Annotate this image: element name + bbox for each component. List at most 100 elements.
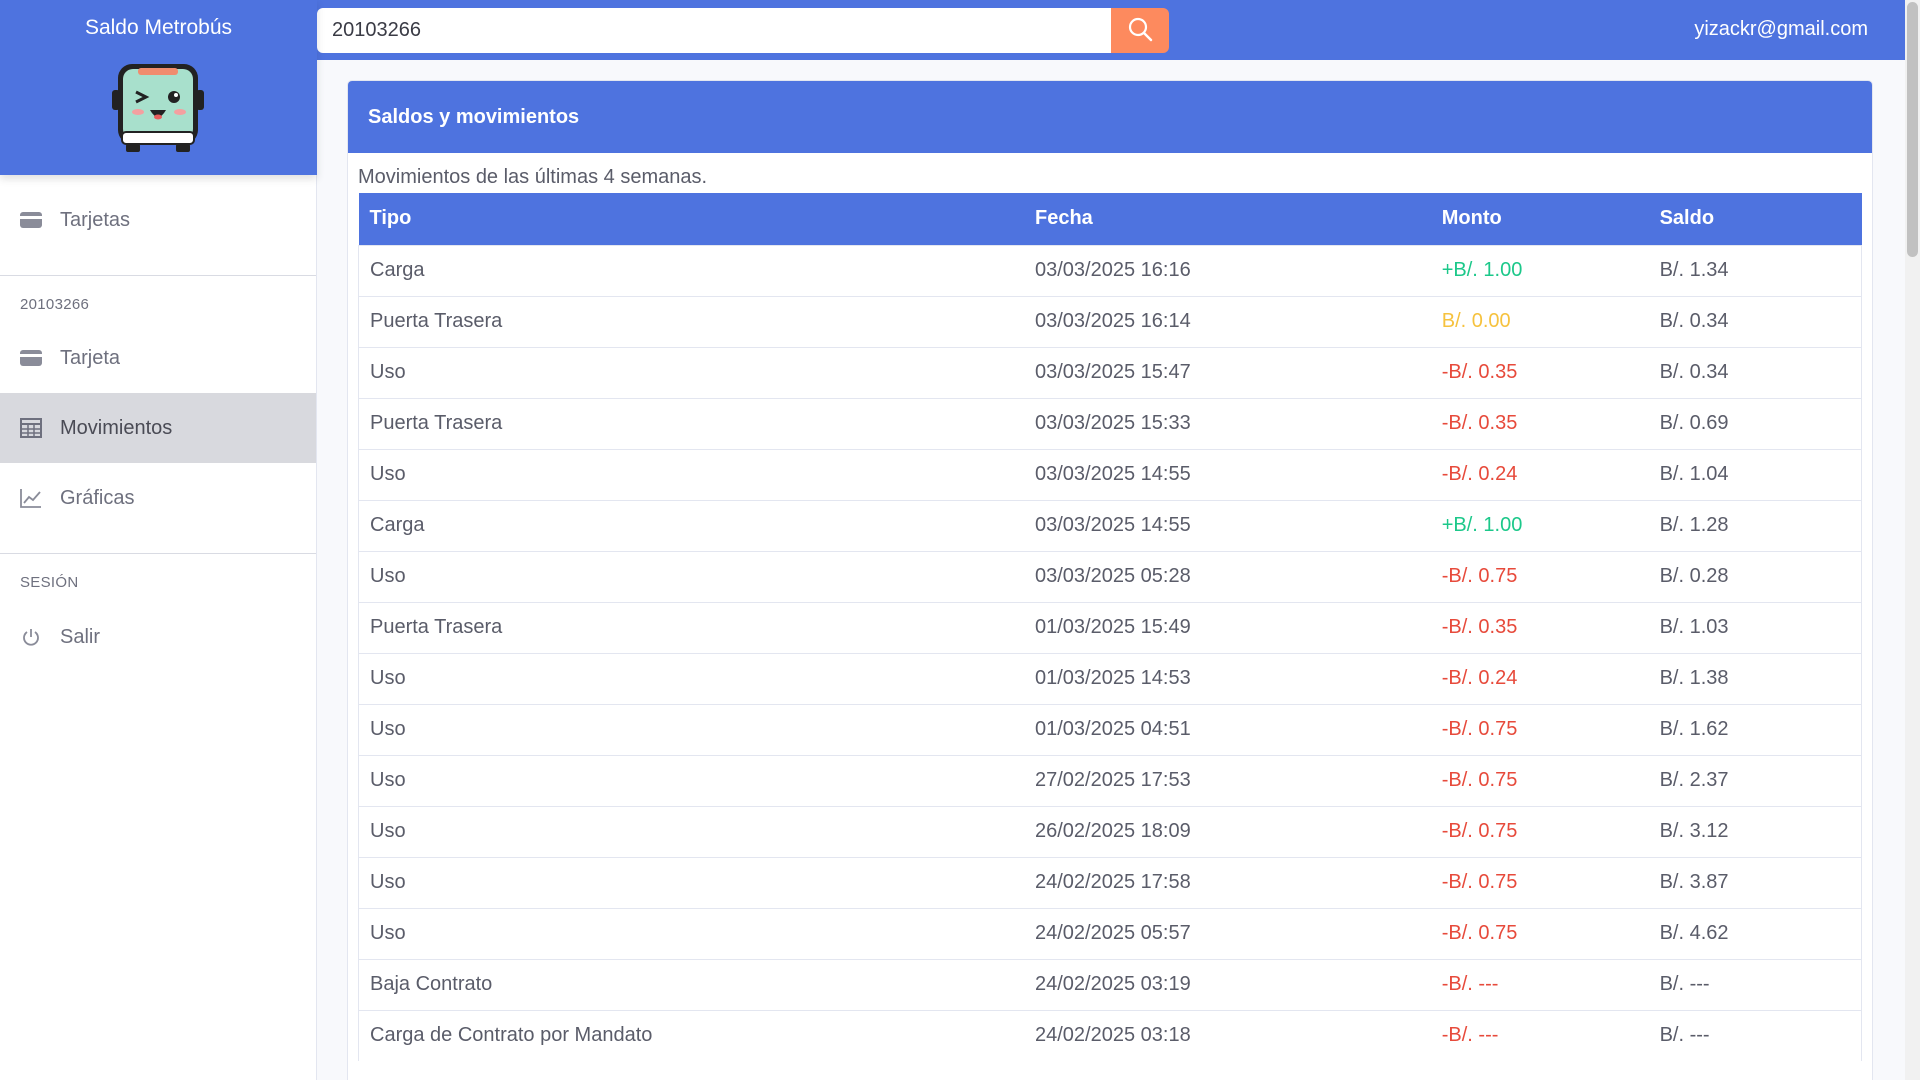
sidebar-item-label: Movimientos xyxy=(60,416,173,439)
cell-saldo: B/. 0.34 xyxy=(1648,346,1862,398)
sidebar: Tarjetas 20103266 Tarjeta Movimientos Gr… xyxy=(0,175,317,1080)
table-row: Uso 24/02/2025 05:57 -B/. 0.75 B/. 4.62 xyxy=(358,907,1862,959)
table-row: Carga 03/03/2025 16:16 +B/. 1.00 B/. 1.34 xyxy=(358,244,1862,296)
brand[interactable]: Saldo Metrobús xyxy=(0,0,317,175)
cell-monto: -B/. 0.75 xyxy=(1430,805,1649,857)
cell-fecha: 01/03/2025 15:49 xyxy=(1024,601,1431,653)
cell-monto: -B/. 0.75 xyxy=(1430,856,1649,908)
sidebar-item-salir[interactable]: Salir xyxy=(0,602,316,672)
movements-table: Tipo Fecha Monto Saldo Carga 03/03/2025 1… xyxy=(358,193,1862,1061)
sidebar-divider xyxy=(0,275,316,276)
cell-tipo: Puerta Trasera xyxy=(358,397,1024,449)
cell-saldo: B/. 1.62 xyxy=(1648,703,1862,755)
table-row: Carga 03/03/2025 14:55 +B/. 1.00 B/. 1.28 xyxy=(358,499,1862,551)
table-row: Baja Contrato 24/02/2025 03:19 -B/. --- B/.… xyxy=(358,958,1862,1010)
table-row: Puerta Trasera 03/03/2025 15:33 -B/. 0.35 B… xyxy=(358,397,1862,449)
cell-monto: -B/. --- xyxy=(1430,958,1649,1010)
search-input[interactable] xyxy=(317,8,1111,53)
table-header-row: Tipo Fecha Monto Saldo xyxy=(358,193,1862,245)
cell-tipo: Uso xyxy=(358,805,1024,857)
cell-saldo: B/. 1.38 xyxy=(1648,652,1862,704)
cell-fecha: 24/02/2025 17:58 xyxy=(1024,856,1431,908)
sidebar-item-label: Gráficas xyxy=(60,486,135,509)
cell-saldo: B/. --- xyxy=(1648,958,1862,1010)
cell-fecha: 24/02/2025 03:19 xyxy=(1024,958,1431,1010)
sidebar-item-graficas[interactable]: Gráficas xyxy=(0,463,316,533)
cell-monto: -B/. 0.24 xyxy=(1430,652,1649,704)
cell-fecha: 24/02/2025 05:57 xyxy=(1024,907,1431,959)
cell-monto: -B/. 0.35 xyxy=(1430,601,1649,653)
cell-monto: -B/. --- xyxy=(1430,1009,1649,1061)
cell-tipo: Uso xyxy=(358,448,1024,500)
search-icon xyxy=(1127,16,1153,45)
search-bar xyxy=(317,8,1169,53)
table-row: Puerta Trasera 01/03/2025 15:49 -B/. 0.35 B… xyxy=(358,601,1862,653)
cell-saldo: B/. 0.34 xyxy=(1648,295,1862,347)
sidebar-item-label: Tarjeta xyxy=(60,346,121,369)
cell-tipo: Carga xyxy=(358,499,1024,551)
table-row: Uso 26/02/2025 18:09 -B/. 0.75 B/. 3.12 xyxy=(358,805,1862,857)
cell-fecha: 03/03/2025 16:16 xyxy=(1024,244,1431,296)
sidebar-item-tarjetas[interactable]: Tarjetas xyxy=(0,185,316,255)
sidebar-heading-card: 20103266 xyxy=(20,296,90,313)
sidebar-item-tarjeta[interactable]: Tarjeta xyxy=(0,323,316,393)
table-row: Uso 01/03/2025 04:51 -B/. 0.75 B/. 1.62 xyxy=(358,703,1862,755)
cell-tipo: Uso xyxy=(358,754,1024,806)
brand-title: Saldo Metrobús xyxy=(84,16,233,39)
cell-saldo: B/. 4.62 xyxy=(1648,907,1862,959)
cell-monto: -B/. 0.24 xyxy=(1430,448,1649,500)
scrollbar[interactable] xyxy=(1905,0,1920,1080)
cell-tipo: Puerta Trasera xyxy=(358,295,1024,347)
column-header-fecha[interactable]: Fecha xyxy=(1024,193,1431,245)
cell-saldo: B/. --- xyxy=(1648,1009,1862,1061)
column-header-saldo[interactable]: Saldo xyxy=(1649,193,1862,245)
cell-tipo: Uso xyxy=(358,346,1024,398)
user-email[interactable]: yizackr@gmail.com xyxy=(1694,18,1868,41)
bus-mascot-icon xyxy=(108,60,208,156)
cell-saldo: B/. 1.04 xyxy=(1648,448,1862,500)
cell-saldo: B/. 0.28 xyxy=(1648,550,1862,602)
cell-fecha: 03/03/2025 14:55 xyxy=(1024,448,1431,500)
table-row: Puerta Trasera 03/03/2025 16:14 B/. 0.00 B/… xyxy=(358,295,1862,347)
card-icon xyxy=(20,209,42,231)
cell-tipo: Uso xyxy=(358,907,1024,959)
movements-card: Saldos y movimientos Movimientos de las … xyxy=(347,80,1873,1080)
sidebar-item-movimientos[interactable]: Movimientos xyxy=(0,393,316,463)
cell-saldo: B/. 1.34 xyxy=(1648,244,1862,296)
cell-saldo: B/. 3.87 xyxy=(1648,856,1862,908)
cell-tipo: Baja Contrato xyxy=(358,958,1024,1010)
table-row: Uso 03/03/2025 15:47 -B/. 0.35 B/. 0.34 xyxy=(358,346,1862,398)
column-header-tipo[interactable]: Tipo xyxy=(359,193,1025,245)
card-subtitle: Movimientos de las últimas 4 semanas. xyxy=(358,166,708,188)
line-chart-icon xyxy=(20,487,42,509)
search-button[interactable] xyxy=(1111,8,1169,53)
cell-fecha: 03/03/2025 15:47 xyxy=(1024,346,1431,398)
cell-tipo: Carga de Contrato por Mandato xyxy=(358,1009,1024,1061)
cell-fecha: 03/03/2025 14:55 xyxy=(1024,499,1431,551)
cell-saldo: B/. 1.28 xyxy=(1648,499,1862,551)
cell-fecha: 01/03/2025 04:51 xyxy=(1024,703,1431,755)
cell-fecha: 24/02/2025 03:18 xyxy=(1024,1009,1431,1061)
cell-monto: -B/. 0.75 xyxy=(1430,907,1649,959)
table-row: Carga de Contrato por Mandato 24/02/2025 … xyxy=(358,1009,1862,1061)
cell-monto: -B/. 0.75 xyxy=(1430,703,1649,755)
scrollbar-thumb[interactable] xyxy=(1907,2,1918,257)
cell-tipo: Carga xyxy=(358,244,1024,296)
column-header-monto[interactable]: Monto xyxy=(1431,193,1649,245)
card-title: Saldos y movimientos xyxy=(348,81,1872,153)
cell-fecha: 03/03/2025 15:33 xyxy=(1024,397,1431,449)
cell-fecha: 01/03/2025 14:53 xyxy=(1024,652,1431,704)
table-row: Uso 03/03/2025 14:55 -B/. 0.24 B/. 1.04 xyxy=(358,448,1862,500)
cell-monto: B/. 0.00 xyxy=(1430,295,1649,347)
cell-monto: -B/. 0.75 xyxy=(1430,754,1649,806)
cell-tipo: Uso xyxy=(358,856,1024,908)
table-row: Uso 03/03/2025 05:28 -B/. 0.75 B/. 0.28 xyxy=(358,550,1862,602)
cell-monto: +B/. 1.00 xyxy=(1430,499,1649,551)
cell-monto: +B/. 1.00 xyxy=(1430,244,1649,296)
sidebar-divider xyxy=(0,553,316,554)
cell-saldo: B/. 3.12 xyxy=(1648,805,1862,857)
cell-tipo: Uso xyxy=(358,703,1024,755)
power-icon xyxy=(20,626,42,648)
sidebar-heading-session: SESIÓN xyxy=(20,574,79,591)
cell-saldo: B/. 2.37 xyxy=(1648,754,1862,806)
